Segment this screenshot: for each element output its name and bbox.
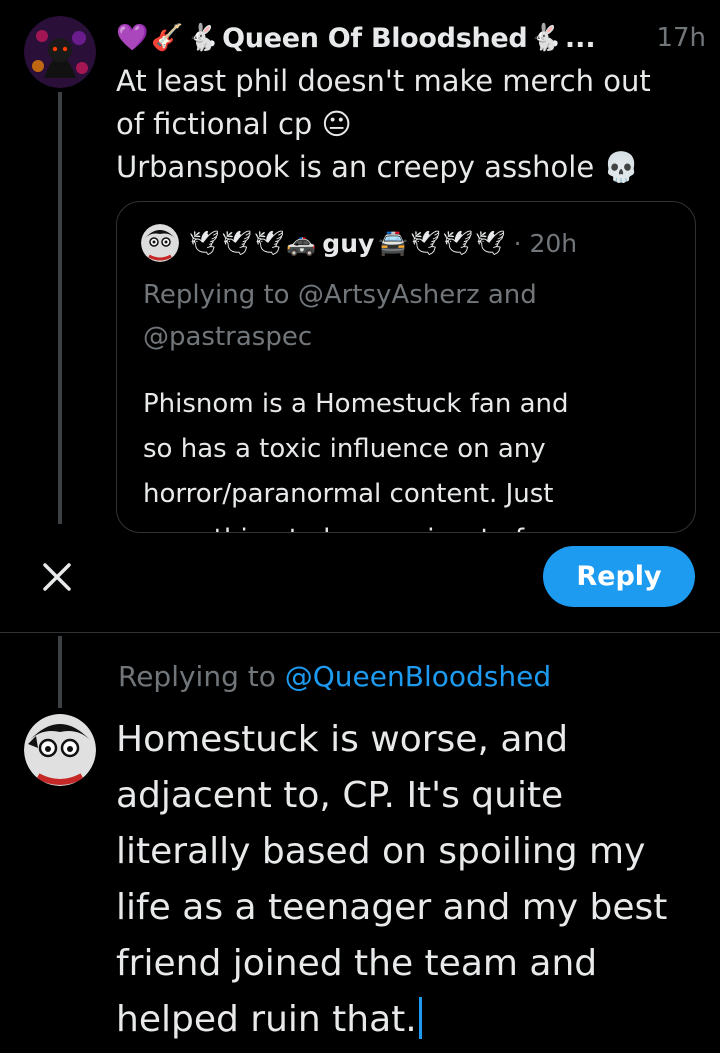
dove-emoji: 🕊 — [221, 229, 252, 257]
quoted-tweet-card[interactable]: 🕊 🕊 🕊 🚓 guy 🚔 🕊 🕊 🕊 · 20h Replying to @A… — [116, 201, 696, 533]
close-button[interactable] — [40, 560, 74, 594]
compose-text: Homestuck is worse, and adjacent to, CP.… — [116, 719, 668, 1040]
user-avatar — [24, 714, 96, 786]
dove-emoji: 🕊 — [253, 229, 285, 257]
quoted-author-name: guy — [322, 228, 375, 258]
divider — [0, 632, 720, 633]
close-icon — [43, 563, 71, 591]
author-avatar[interactable] — [24, 16, 96, 88]
replying-to-handle[interactable]: @QueenBloodshed — [285, 660, 551, 693]
guitar-emoji: 🎸 — [151, 23, 184, 53]
quoted-tweet-header: 🕊 🕊 🕊 🚓 guy 🚔 🕊 🕊 🕊 · 20h — [141, 224, 577, 262]
text-cursor — [418, 997, 422, 1039]
dove-emoji: 🕊 — [410, 229, 441, 257]
quoted-replying-to: Replying to @ArtsyAsherz and @pastraspec — [143, 280, 537, 352]
tweet-time[interactable]: 17h — [656, 23, 706, 53]
author-name[interactable]: Queen Of Bloodshed — [222, 23, 528, 54]
police-car-emoji: 🚓 — [286, 229, 317, 257]
replying-to: Replying to @QueenBloodshed — [118, 660, 551, 693]
rabbit-emoji: 🐇 — [529, 23, 562, 53]
dove-emoji: 🕊 — [442, 229, 474, 257]
thread-line-bottom — [58, 636, 62, 708]
rabbit-emoji: 🐇 — [186, 23, 220, 53]
tweet-text: At least phil doesn't make merch out of … — [116, 64, 651, 184]
compose-textarea[interactable]: Homestuck is worse, and adjacent to, CP.… — [116, 712, 706, 1048]
dove-emoji: 🕊 — [189, 229, 220, 257]
purple-heart-emoji: 💜 — [116, 23, 149, 53]
police-car-emoji: 🚔 — [378, 229, 409, 257]
replying-to-prefix: Replying to — [118, 660, 285, 693]
tweet-header: 💜 🎸 🐇 Queen Of Bloodshed 🐇 ... 17h — [116, 14, 706, 62]
quoted-tweet-time: · 20h — [513, 228, 578, 258]
name-ellipsis: ... — [564, 22, 596, 54]
thread-line-top — [58, 92, 62, 524]
dove-emoji: 🕊 — [475, 229, 506, 257]
reply-button[interactable]: Reply — [543, 546, 695, 607]
quoted-author-avatar — [141, 224, 179, 262]
quoted-tweet-text: Phisnom is a Homestuck fan and so has a … — [143, 389, 569, 532]
